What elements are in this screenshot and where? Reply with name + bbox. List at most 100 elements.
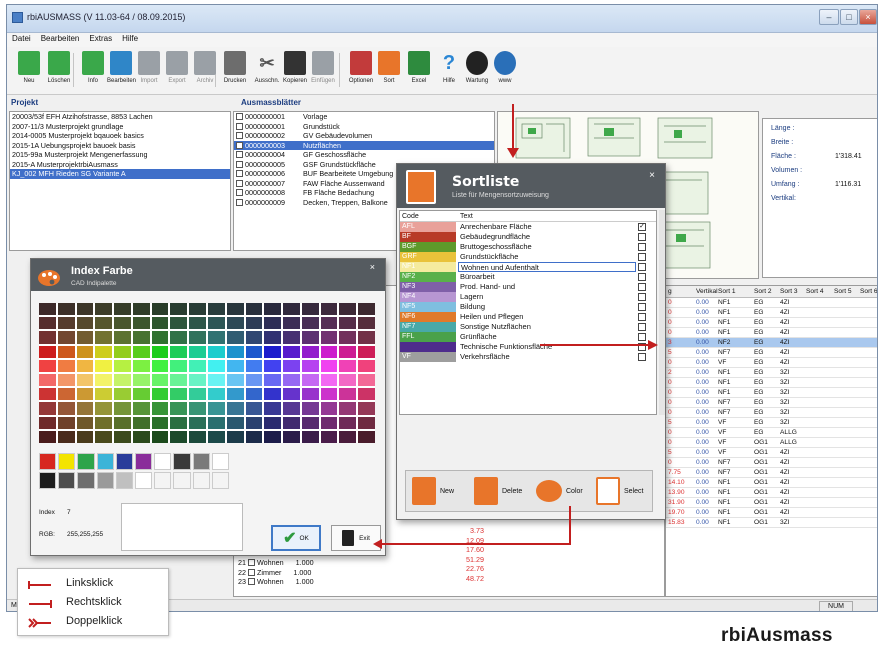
color-swatch[interactable] (114, 317, 131, 330)
color-swatch[interactable] (301, 359, 319, 372)
toolbar-neu-button[interactable]: Neu (15, 51, 43, 84)
color-swatch[interactable] (245, 317, 263, 330)
color-swatch[interactable] (245, 331, 263, 344)
menu-bearbeiten[interactable]: Bearbeiten (36, 33, 85, 44)
extra-color-swatch[interactable] (39, 472, 57, 489)
color-swatch[interactable] (264, 345, 282, 358)
color-swatch[interactable] (339, 303, 357, 316)
color-swatch[interactable] (301, 331, 319, 344)
ausmass-item[interactable]: 0000000003 Nutzflächen (234, 140, 494, 150)
color-swatch[interactable] (57, 345, 75, 358)
sort-item-checkbox[interactable] (638, 253, 646, 261)
color-swatch[interactable] (189, 345, 206, 358)
color-swatch[interactable] (208, 416, 225, 429)
color-swatch[interactable] (132, 331, 150, 344)
color-swatch[interactable] (151, 430, 169, 443)
extra-color-swatch[interactable] (211, 472, 229, 489)
grid-row[interactable]: 5 0.00 VF EG 3ZI (666, 418, 877, 428)
color-swatch[interactable] (57, 416, 75, 429)
sort-item-nf7[interactable]: NF7 Sonstige Nutzflächen (400, 322, 656, 332)
color-swatch[interactable] (114, 416, 131, 429)
sort-item-checkbox[interactable] (638, 263, 646, 271)
color-swatch[interactable] (39, 416, 56, 429)
toolbar-wartung-button[interactable]: Wartung (463, 51, 491, 84)
color-swatch[interactable] (208, 402, 225, 415)
color-swatch[interactable] (208, 430, 225, 443)
item-checkbox[interactable] (236, 179, 243, 187)
color-swatch[interactable] (170, 373, 188, 387)
color-button[interactable]: Color (536, 475, 583, 507)
color-swatch[interactable] (320, 359, 338, 372)
color-swatch[interactable] (39, 373, 56, 387)
color-swatch[interactable] (189, 416, 206, 429)
sort-item-nf3[interactable]: NF3 Prod. Hand- und (400, 282, 656, 292)
color-swatch[interactable] (226, 388, 244, 401)
close-button[interactable]: × (859, 9, 877, 25)
extra-color-swatch[interactable] (58, 472, 76, 489)
toolbar-excel-button[interactable]: Excel (405, 51, 433, 84)
color-swatch[interactable] (170, 345, 188, 358)
color-swatch[interactable] (358, 317, 375, 330)
color-swatch[interactable] (76, 373, 94, 387)
color-swatch[interactable] (358, 303, 375, 316)
color-swatch[interactable] (76, 388, 94, 401)
color-swatch[interactable] (132, 345, 150, 358)
grid-row[interactable]: 0 0.00 NF7 EG 3ZI (666, 398, 877, 408)
item-checkbox[interactable] (236, 151, 243, 158)
color-swatch[interactable] (283, 303, 300, 316)
color-swatch[interactable] (39, 430, 56, 443)
color-swatch[interactable] (301, 373, 319, 387)
grid-row[interactable]: 15.83 0.00 NF1 OG1 3ZI (666, 518, 877, 528)
color-swatch[interactable] (339, 402, 357, 415)
color-swatch[interactable] (283, 359, 300, 372)
color-swatch[interactable] (358, 402, 375, 415)
sort-item-ffl[interactable]: FFL Grünfläche (400, 332, 656, 342)
grid-row[interactable]: 0 0.00 NF7 EG 3ZI (666, 408, 877, 418)
color-swatch[interactable] (320, 345, 338, 358)
project-item[interactable]: 2007-11/3 Musterprojekt grundlage (10, 122, 230, 132)
grid-row[interactable]: 13.90 0.00 NF1 OG1 4ZI (666, 488, 877, 498)
color-swatch[interactable] (170, 388, 188, 401)
sort-item-checkbox[interactable] (638, 283, 646, 291)
color-swatch[interactable] (320, 303, 338, 316)
toolbar-hilfe-button[interactable]: ? Hilfe (435, 51, 463, 85)
color-swatch[interactable] (339, 331, 357, 344)
sort-item-nf5[interactable]: NF5 Bildung (400, 302, 656, 312)
grid-row[interactable]: 0 0.00 NF1 EG 4ZI (666, 298, 877, 308)
color-swatch[interactable] (301, 388, 319, 401)
project-item[interactable]: 2015-1A Uebungsprojekt bauoek basis (10, 141, 230, 151)
grid-row[interactable]: 0 0.00 VF EG ALLG (666, 428, 877, 438)
sort-item-checkbox[interactable] (638, 343, 646, 351)
color-swatch[interactable] (57, 303, 75, 316)
color-swatch[interactable] (264, 402, 282, 415)
sort-item-bgf[interactable]: BGF Bruttogeschossfläche (400, 242, 656, 252)
item-checkbox[interactable] (236, 170, 243, 177)
color-swatch[interactable] (320, 373, 338, 387)
color-swatch[interactable] (245, 373, 263, 387)
color-swatch[interactable] (189, 388, 206, 401)
color-swatch[interactable] (170, 416, 188, 429)
toolbar-import-button[interactable]: Import (135, 51, 163, 84)
color-swatch[interactable] (264, 317, 282, 330)
toolbar-archiv-button[interactable]: Archiv (191, 51, 219, 84)
grid-row[interactable]: 0 0.00 NF1 EG 4ZI (666, 318, 877, 328)
row-checkbox[interactable] (248, 568, 255, 576)
sort-item-checkbox[interactable]: ✓ (638, 223, 646, 231)
color-swatch[interactable] (320, 430, 338, 443)
color-swatch[interactable] (301, 303, 319, 316)
color-swatch[interactable] (76, 345, 94, 358)
menu-datei[interactable]: Datei (7, 33, 36, 44)
color-swatch[interactable] (57, 331, 75, 344)
color-swatch[interactable] (264, 388, 282, 401)
color-swatch[interactable] (226, 345, 244, 358)
color-swatch[interactable] (226, 430, 244, 443)
toolbar-sort-button[interactable]: Sort (375, 51, 403, 84)
toolbar-info-button[interactable]: Info (79, 51, 107, 84)
color-swatch[interactable] (95, 317, 113, 330)
color-swatch[interactable] (189, 373, 206, 387)
color-swatch[interactable] (358, 359, 375, 372)
color-swatch[interactable] (283, 331, 300, 344)
color-swatch[interactable] (95, 331, 113, 344)
item-checkbox[interactable] (236, 132, 243, 139)
grid-row[interactable]: 5 0.00 VF OG1 4ZI (666, 448, 877, 458)
